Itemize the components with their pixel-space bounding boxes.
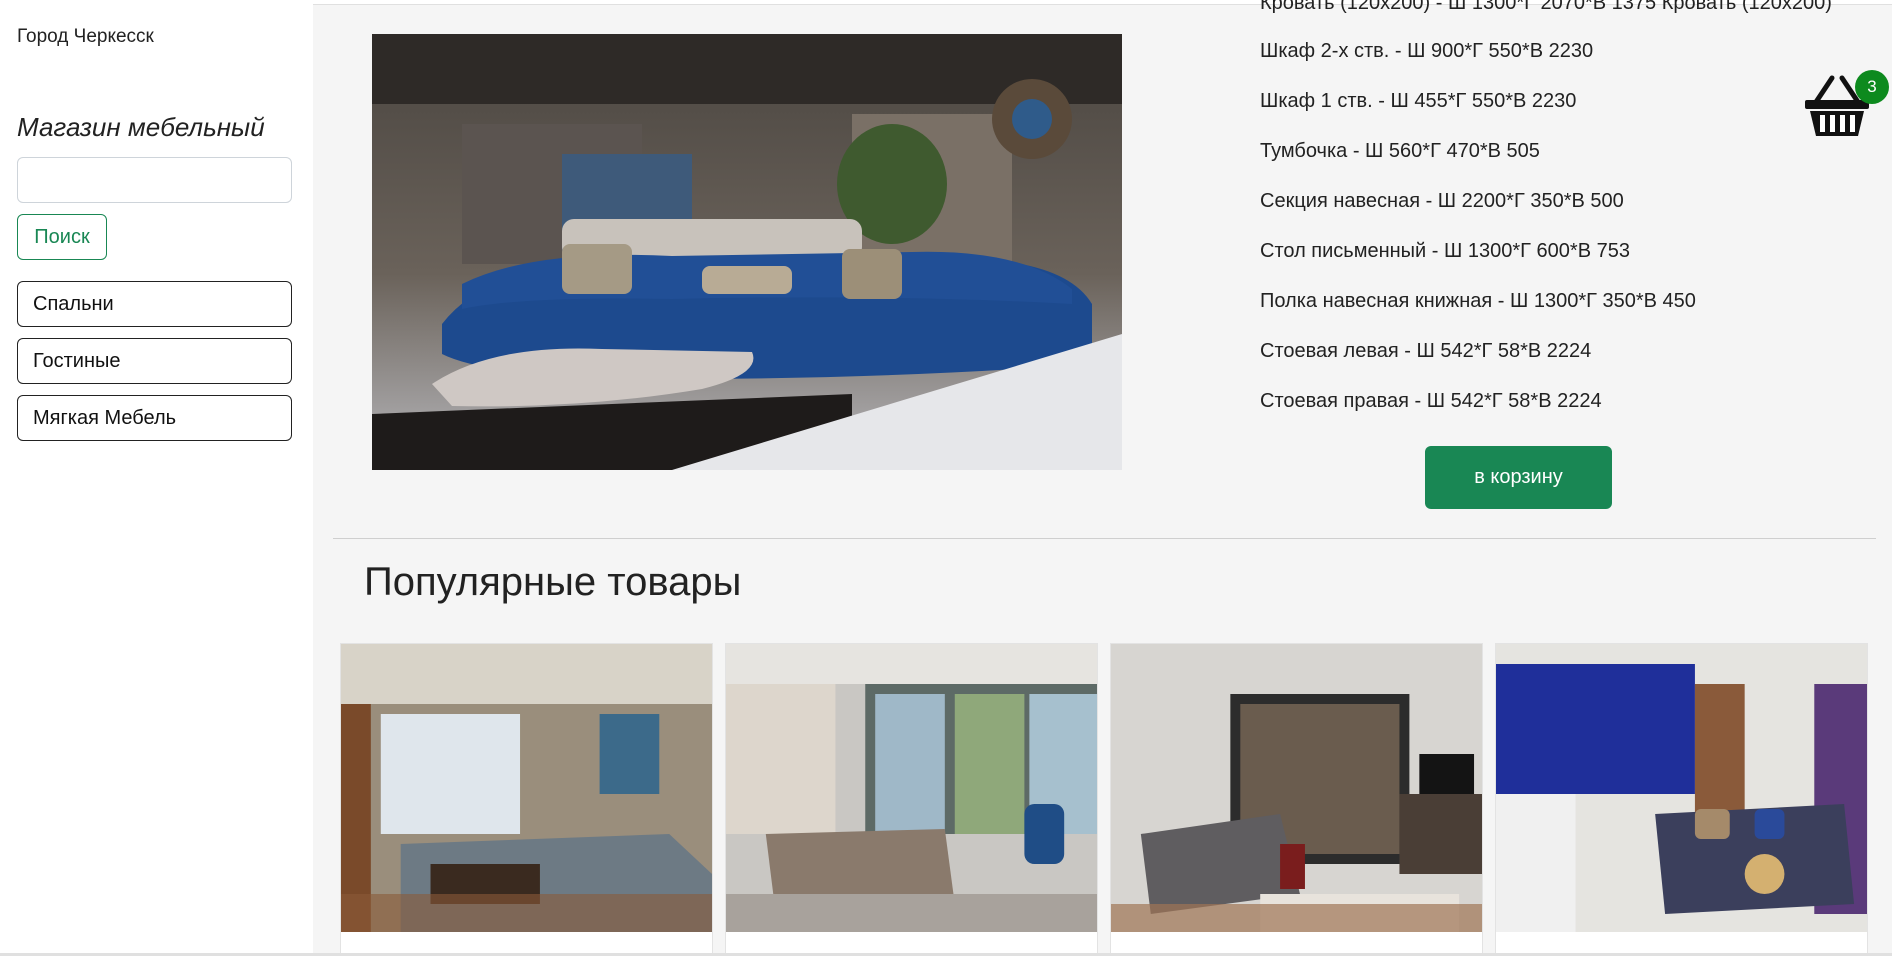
spec-line-partial: Кровать (120x200) - Ш 1300*Г 2070*В 1375… [1260, 0, 1832, 14]
product-card-image [341, 644, 712, 932]
product-card[interactable] [725, 643, 1098, 956]
product-card[interactable] [1495, 643, 1868, 956]
sidebar: Город Черкесск Магазин мебельный Поиск С… [0, 0, 313, 956]
cart-count-badge: 3 [1855, 70, 1889, 104]
spec-line: Стоевая правая - Ш 542*Г 58*В 2224 [1260, 390, 1602, 412]
spec-line: Полка навесная книжная - Ш 1300*Г 350*В … [1260, 290, 1696, 312]
spec-line: Секция навесная - Ш 2200*Г 350*В 500 [1260, 190, 1624, 212]
spec-line: Шкаф 2-х ств. - Ш 900*Г 550*В 2230 [1260, 40, 1594, 62]
spec-line: Стол письменный - Ш 1300*Г 600*В 753 [1260, 240, 1630, 262]
search-input[interactable] [17, 157, 292, 203]
product-card-image [1111, 644, 1482, 932]
category-soft-furniture[interactable]: Мягкая Мебель [17, 395, 292, 441]
add-to-cart-button[interactable]: в корзину [1425, 446, 1612, 509]
spec-line: Тумбочка - Ш 560*Г 470*В 505 [1260, 140, 1540, 162]
product-image [372, 34, 1122, 470]
product-card-image [1496, 644, 1867, 932]
popular-heading: Популярные товары [364, 560, 742, 604]
category-living-rooms[interactable]: Гостиные [17, 338, 292, 384]
category-bedrooms[interactable]: Спальни [17, 281, 292, 327]
spec-line: Стоевая левая - Ш 542*Г 58*В 2224 [1260, 340, 1592, 362]
product-card[interactable] [1110, 643, 1483, 956]
product-card[interactable] [340, 643, 713, 956]
section-divider [333, 538, 1876, 539]
spec-line: Шкаф 1 ств. - Ш 455*Г 550*В 2230 [1260, 90, 1577, 112]
city-label[interactable]: Город Черкесск [17, 26, 154, 48]
shop-title: Магазин мебельный [17, 112, 265, 142]
product-card-image [726, 644, 1097, 932]
search-button[interactable]: Поиск [17, 214, 107, 260]
